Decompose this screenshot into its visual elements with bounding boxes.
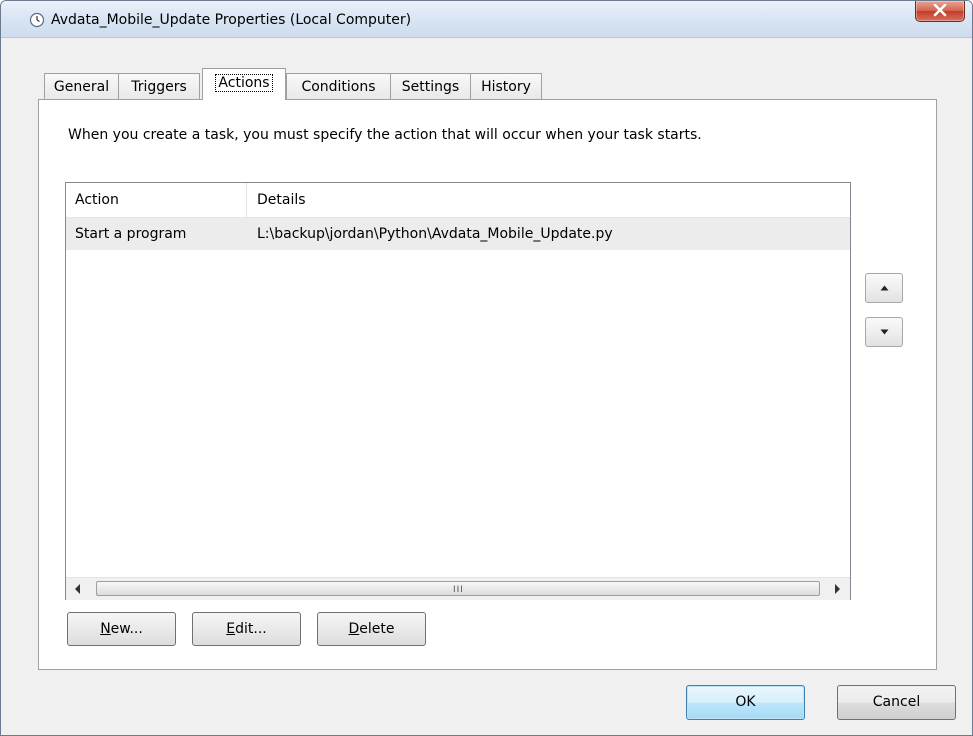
task-properties-window: Avdata_Mobile_Update Properties (Local C… [0,0,973,736]
close-button[interactable] [915,1,965,22]
tab-history[interactable]: History [470,73,542,99]
actions-list[interactable]: Action Details Start a program L:\backup… [65,182,851,600]
triangle-up-icon [880,285,889,291]
scroll-left-icon[interactable] [75,584,80,594]
tab-conditions-label: Conditions [301,79,376,95]
column-header-details[interactable]: Details [257,192,306,208]
move-up-button[interactable] [865,273,903,303]
tab-history-label: History [481,79,531,95]
new-accelerator: N [100,621,111,637]
tab-settings[interactable]: Settings [390,73,471,99]
move-down-button[interactable] [865,317,903,347]
new-label: ew... [110,621,143,637]
tab-settings-label: Settings [401,79,460,95]
edit-label: dit... [235,621,267,637]
ok-button[interactable]: OK [686,685,805,720]
delete-label: elete [359,621,395,637]
triangle-down-icon [880,329,889,335]
edit-accelerator: E [226,621,236,637]
scroll-right-icon[interactable] [835,584,840,594]
list-header: Action Details [66,183,850,218]
horizontal-scrollbar[interactable]: III [66,577,850,600]
scrollbar-thumb[interactable]: III [96,581,820,596]
tab-actions-label: Actions [215,74,273,92]
tab-general[interactable]: General [44,73,119,99]
table-row[interactable]: Start a program L:\backup\jordan\Python\… [66,218,850,250]
ok-label: OK [735,694,756,710]
tab-triggers[interactable]: Triggers [118,73,200,99]
new-action-button[interactable]: New... [67,612,176,646]
scrollbar-grip: III [453,585,464,595]
tab-actions[interactable]: Actions [202,68,286,100]
cancel-label: Cancel [872,694,921,710]
close-icon [933,4,947,17]
tab-triggers-label: Triggers [131,79,187,95]
cell-action: Start a program [75,226,187,242]
column-divider[interactable] [246,183,247,217]
delete-accelerator: D [348,621,360,637]
delete-action-button[interactable]: Delete [317,612,426,646]
actions-description: When you create a task, you must specify… [68,127,702,143]
tab-conditions[interactable]: Conditions [286,73,391,99]
title-bar[interactable]: Avdata_Mobile_Update Properties (Local C… [1,1,972,38]
column-header-action[interactable]: Action [75,192,119,208]
edit-action-button[interactable]: Edit... [192,612,301,646]
cancel-button[interactable]: Cancel [837,685,956,720]
window-title: Avdata_Mobile_Update Properties (Local C… [51,12,412,28]
cell-details: L:\backup\jordan\Python\Avdata_Mobile_Up… [257,226,613,242]
clock-icon [29,12,45,28]
tab-general-label: General [53,79,110,95]
